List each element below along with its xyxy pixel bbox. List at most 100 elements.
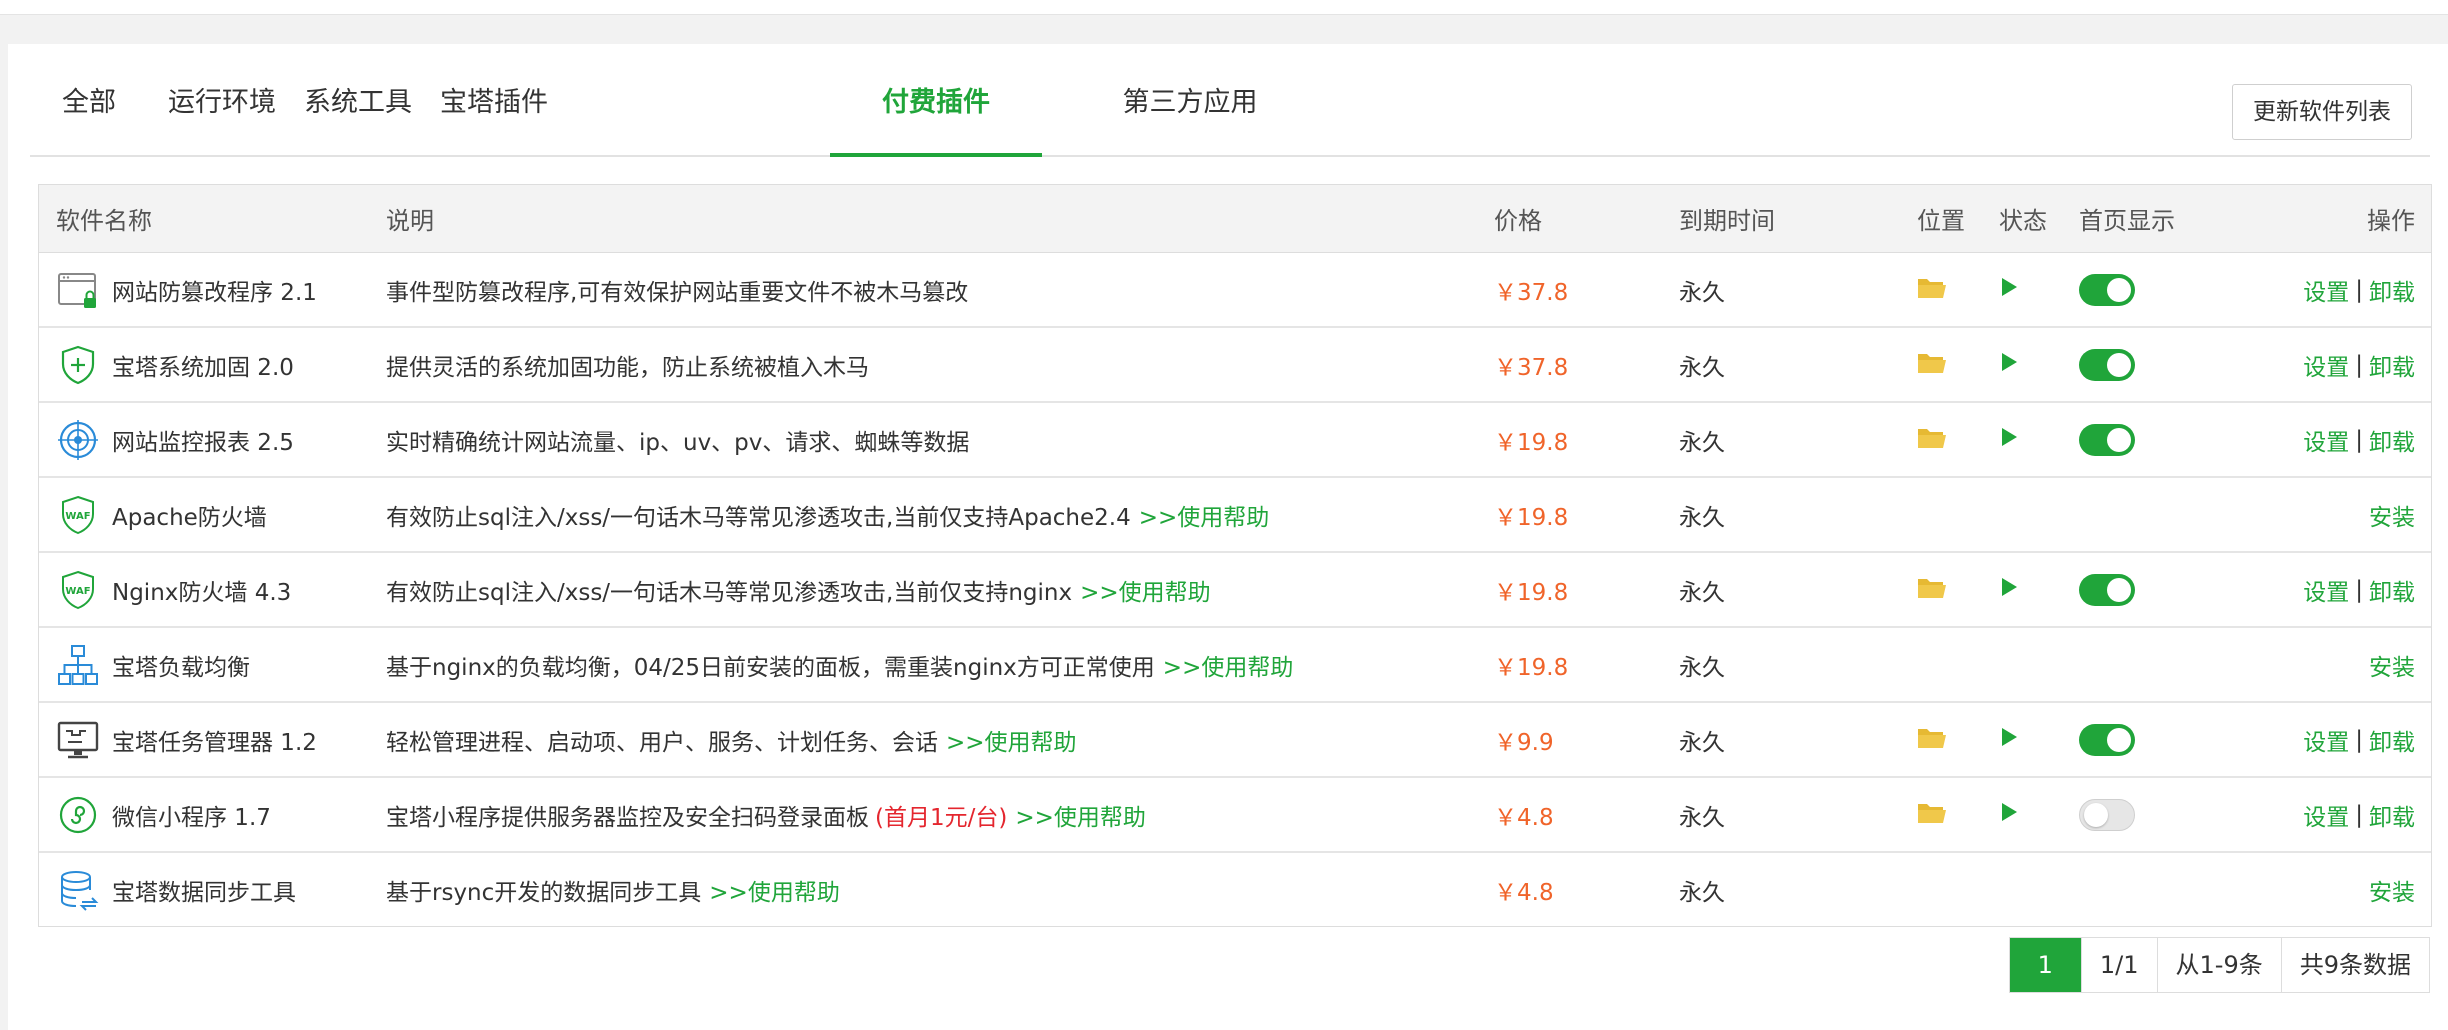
plugin-description: 基于nginx的负载均衡，04/25日前安装的面板，需重装nginx方可正常使用 <box>386 654 1155 681</box>
plugin-description: 实时精确统计网站流量、ip、uv、pv、请求、蜘蛛等数据 <box>386 429 970 456</box>
settings-link[interactable]: 设置 <box>2303 723 2349 757</box>
plugin-name: 宝塔系统加固 2.0 <box>112 354 294 381</box>
status-cell <box>1999 553 2019 626</box>
plugin-price: ￥37.8 <box>1494 279 1569 306</box>
top-strip <box>0 0 2448 15</box>
pagination: 1 1/1 从1-9条 共9条数据 <box>2008 937 2430 993</box>
plugin-name: 微信小程序 1.7 <box>112 804 271 831</box>
svg-text:WAF: WAF <box>65 511 90 522</box>
ops-cell: 设置 | 卸载 <box>2303 403 2415 476</box>
radar-icon <box>56 418 100 462</box>
help-link[interactable]: >>使用帮助 <box>1015 798 1146 832</box>
plugin-description: 宝塔小程序提供服务器监控及安全扫码登录面板 <box>386 804 869 831</box>
plugin-name-cell: WAF Nginx防火墙 4.3 <box>56 553 291 626</box>
play-icon[interactable] <box>1999 426 2019 454</box>
play-icon[interactable] <box>1999 576 2019 604</box>
toggle-knob <box>2107 427 2131 452</box>
uninstall-link[interactable]: 卸载 <box>2369 273 2415 307</box>
install-link[interactable]: 安装 <box>2369 498 2415 532</box>
folder-icon[interactable] <box>1917 275 1947 305</box>
tab-paid-plugins[interactable]: 付费插件 <box>830 60 1042 157</box>
plugin-desc-cell: 宝塔小程序提供服务器监控及安全扫码登录面板 (首月1元/台) >>使用帮助 <box>386 778 1146 851</box>
ops-cell: 设置 | 卸载 <box>2303 553 2415 626</box>
header-expire: 到期时间 <box>1679 207 1775 235</box>
help-link[interactable]: >>使用帮助 <box>709 873 840 907</box>
uninstall-link[interactable]: 卸载 <box>2369 348 2415 382</box>
plugin-name: 宝塔负载均衡 <box>112 654 250 681</box>
help-link[interactable]: >>使用帮助 <box>946 723 1077 757</box>
play-icon[interactable] <box>1999 801 2019 829</box>
uninstall-link[interactable]: 卸载 <box>2369 423 2415 457</box>
plugin-desc-cell: 基于nginx的负载均衡，04/25日前安装的面板，需重装nginx方可正常使用… <box>386 628 1293 701</box>
home-display-toggle[interactable] <box>2079 798 2135 831</box>
table-row: 宝塔数据同步工具 基于rsync开发的数据同步工具 >>使用帮助 ￥4.8 永久 安装 <box>39 853 2431 926</box>
home-display-toggle[interactable] <box>2079 573 2135 606</box>
settings-link[interactable]: 设置 <box>2303 573 2349 607</box>
uninstall-link[interactable]: 卸载 <box>2369 573 2415 607</box>
folder-icon[interactable] <box>1917 575 1947 605</box>
folder-icon[interactable] <box>1917 725 1947 755</box>
status-cell <box>1999 253 2019 326</box>
play-icon[interactable] <box>1999 726 2019 754</box>
plugin-price: ￥19.8 <box>1494 654 1569 681</box>
home-display-cell <box>2079 403 2135 476</box>
plugin-description: 基于rsync开发的数据同步工具 <box>386 879 702 906</box>
plugin-name-cell: 宝塔负载均衡 <box>56 628 250 701</box>
settings-link[interactable]: 设置 <box>2303 798 2349 832</box>
plugin-expire: 永久 <box>1679 504 1725 531</box>
plugin-description: 有效防止sql注入/xss/一句话木马等常见渗透攻击,当前仅支持nginx <box>386 579 1073 606</box>
plugin-price: ￥37.8 <box>1494 354 1569 381</box>
plugin-name-cell: 网站防篡改程序 2.1 <box>56 253 317 326</box>
uninstall-link[interactable]: 卸载 <box>2369 798 2415 832</box>
plugin-name: 网站防篡改程序 2.1 <box>112 279 317 306</box>
play-icon[interactable] <box>1999 276 2019 304</box>
ops-cell: 设置 | 卸载 <box>2303 253 2415 326</box>
ops-separator: | <box>2355 426 2363 453</box>
plugin-expire: 永久 <box>1679 354 1725 381</box>
plugin-description: 提供灵活的系统加固功能，防止系统被植入木马 <box>386 354 869 381</box>
table-header: 软件名称 说明 价格 到期时间 位置 状态 首页显示 操作 <box>39 185 2431 253</box>
toggle-knob <box>2107 727 2131 752</box>
home-display-toggle[interactable] <box>2079 273 2135 306</box>
settings-link[interactable]: 设置 <box>2303 423 2349 457</box>
help-link[interactable]: >>使用帮助 <box>1080 573 1211 607</box>
install-link[interactable]: 安装 <box>2369 873 2415 907</box>
page-current-button[interactable]: 1 <box>2009 938 2081 992</box>
plugin-price: ￥4.8 <box>1494 804 1554 831</box>
browser-lock-icon <box>56 268 100 312</box>
home-display-toggle[interactable] <box>2079 423 2135 456</box>
settings-link[interactable]: 设置 <box>2303 348 2349 382</box>
folder-icon[interactable] <box>1917 350 1947 380</box>
tab-system-tools[interactable]: 系统工具 <box>288 60 428 155</box>
uninstall-link[interactable]: 卸载 <box>2369 723 2415 757</box>
status-cell <box>1999 403 2019 476</box>
plugin-name: 宝塔任务管理器 1.2 <box>112 729 317 756</box>
install-link[interactable]: 安装 <box>2369 648 2415 682</box>
ops-separator: | <box>2355 351 2363 378</box>
status-cell <box>1999 328 2019 401</box>
plugin-desc-cell: 有效防止sql注入/xss/一句话木马等常见渗透攻击,当前仅支持nginx >>使… <box>386 553 1211 626</box>
waf-shield-icon: WAF <box>56 493 100 537</box>
toggle-knob <box>2107 277 2131 302</box>
plugin-price: ￥19.8 <box>1494 504 1569 531</box>
tab-runtime[interactable]: 运行环境 <box>152 60 292 155</box>
folder-icon[interactable] <box>1917 425 1947 455</box>
settings-link[interactable]: 设置 <box>2303 273 2349 307</box>
tab-bt-plugins[interactable]: 宝塔插件 <box>424 60 564 155</box>
tab-all[interactable]: 全部 <box>56 60 122 155</box>
play-icon[interactable] <box>1999 351 2019 379</box>
plugin-desc-cell: 轻松管理进程、启动项、用户、服务、计划任务、会话 >>使用帮助 <box>386 703 1077 776</box>
plugin-name: Apache防火墙 <box>112 504 267 531</box>
folder-icon[interactable] <box>1917 800 1947 830</box>
plugin-desc-cell: 事件型防篡改程序,可有效保护网站重要文件不被木马篡改 <box>386 253 968 326</box>
help-link[interactable]: >>使用帮助 <box>1139 498 1270 532</box>
home-display-toggle[interactable] <box>2079 723 2135 756</box>
tab-third-party[interactable]: 第三方应用 <box>1090 60 1290 155</box>
header-location: 位置 <box>1917 207 1965 235</box>
table-row: 网站防篡改程序 2.1 事件型防篡改程序,可有效保护网站重要文件不被木马篡改 ￥37… <box>39 253 2431 328</box>
refresh-software-list-button[interactable]: 更新软件列表 <box>2232 84 2412 140</box>
plugin-expire: 永久 <box>1679 879 1725 906</box>
help-link[interactable]: >>使用帮助 <box>1163 648 1294 682</box>
status-cell <box>1999 703 2019 776</box>
home-display-toggle[interactable] <box>2079 348 2135 381</box>
